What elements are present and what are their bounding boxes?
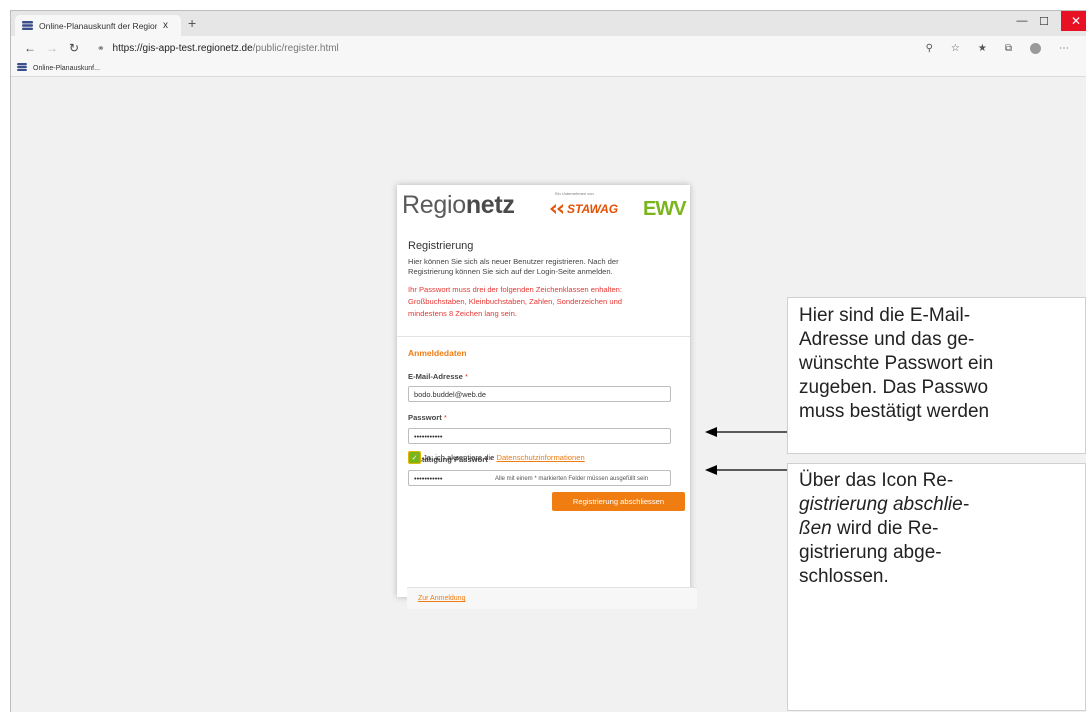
regionetz-logo: Regionetz: [402, 191, 515, 219]
favorite-add-icon[interactable]: ☆: [951, 43, 960, 54]
annotation-fields: Hier sind die E-Mail- Adresse und das ge…: [787, 297, 1086, 454]
close-window-icon[interactable]: ✕: [1061, 11, 1086, 31]
password-field[interactable]: •••••••••••: [408, 428, 671, 444]
maximize-icon[interactable]: ☐: [1033, 11, 1055, 31]
new-tab-button[interactable]: +: [188, 15, 196, 31]
forward-icon[interactable]: →: [41, 41, 63, 55]
browser-tab[interactable]: Online-Planauskunft der Regione x: [15, 15, 181, 36]
zoom-icon[interactable]: ⚲: [926, 43, 933, 54]
stawag-logo: STAWAG: [550, 202, 618, 216]
bookmark-item[interactable]: Online-Planauskunf...: [33, 65, 100, 72]
logo-header: Regionetz Ein Unternehmen von STAWAG EWV: [397, 185, 690, 229]
registration-card: Regionetz Ein Unternehmen von STAWAG EWV…: [397, 185, 690, 597]
favorites-icon[interactable]: ★: [978, 43, 987, 54]
reload-icon[interactable]: ↻: [63, 41, 85, 55]
collections-icon[interactable]: ⧉: [1005, 43, 1012, 54]
consent-text: Ja, ich akzeptiere die Datenschutzinform…: [423, 453, 585, 462]
intro-text: Hier können Sie sich als neuer Benutzer …: [408, 257, 619, 276]
minimize-icon[interactable]: —: [1011, 11, 1033, 31]
tab-strip: Online-Planauskunft der Regione x + — ☐ …: [11, 11, 1086, 36]
address-bar: ← → ↻ ⚭ https://gis-app-test.regionetz.d…: [11, 36, 1086, 60]
email-field[interactable]: bodo.buddel@web.de: [408, 386, 671, 402]
tab-title: Online-Planauskunft der Regione: [39, 20, 157, 31]
back-icon[interactable]: ←: [19, 41, 41, 55]
logo-subline: Ein Unternehmen von: [555, 191, 594, 196]
consent-checkbox[interactable]: ✓: [408, 451, 421, 464]
ewv-logo: EWV: [643, 198, 687, 220]
bookmarks-bar: Online-Planauskunf...: [11, 60, 1086, 77]
url-field[interactable]: ⚭ https://gis-app-test.regionetz.de/publ…: [97, 43, 339, 54]
page-title: Registrierung: [408, 240, 474, 252]
tab-close-icon[interactable]: x: [163, 20, 168, 31]
card-footer: Zur Anmeldung: [407, 587, 697, 609]
url-path: /public/register.html: [252, 42, 339, 54]
bookmark-favicon-icon: [17, 63, 27, 73]
url-host: https://gis-app-test.regionetz.de: [112, 42, 253, 54]
email-label: E-Mail-Adresse *: [408, 372, 468, 381]
profile-avatar[interactable]: [1030, 42, 1041, 54]
divider: [397, 336, 690, 337]
password-label: Passwort *: [408, 413, 447, 422]
section-heading: Anmeldedaten: [408, 348, 467, 358]
login-link[interactable]: Zur Anmeldung: [418, 595, 465, 602]
browser-toolbar: ⚲ ☆ ★ ⧉ ⋯: [926, 36, 1069, 60]
arrow-to-fields-icon: [705, 427, 789, 437]
annotation-submit: Über das Icon Re- gistrierung abschlie- …: [787, 463, 1086, 711]
lock-icon: ⚭: [97, 42, 105, 53]
site-favicon-icon: [22, 20, 33, 31]
privacy-link[interactable]: Datenschutzinformationen: [496, 453, 584, 462]
more-icon[interactable]: ⋯: [1059, 43, 1069, 54]
submit-registration-button[interactable]: Registrierung abschliessen: [552, 492, 685, 511]
stawag-mark-icon: [550, 204, 563, 214]
required-note: Alle mit einem * markierten Felder müsse…: [495, 476, 649, 482]
arrow-to-button-icon: [705, 465, 789, 475]
password-requirements: Ihr Passwort muss drei der folgenden Zei…: [408, 285, 623, 318]
